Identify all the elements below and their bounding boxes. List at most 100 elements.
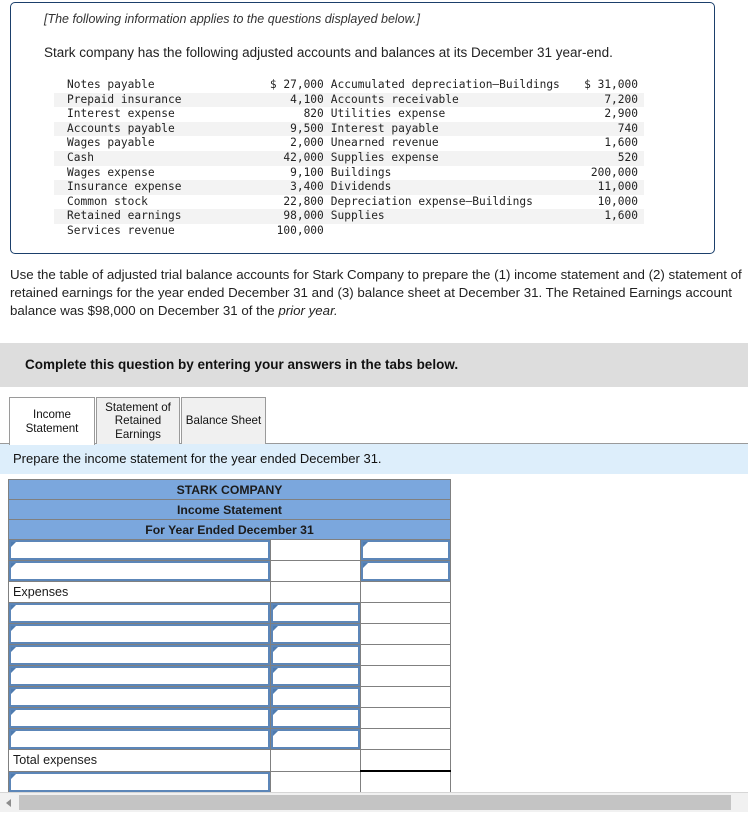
trial-balance-cell-amt1: 3,400	[235, 180, 324, 195]
description-input-row-5[interactable]	[9, 624, 270, 644]
trial-balance-cell-name1: Wages payable	[67, 136, 155, 150]
trial-balance-cell-name1: Interest expense	[67, 107, 175, 121]
tab-instruction-bar: Prepare the income statement for the yea…	[0, 444, 748, 474]
description-input-row-4[interactable]	[9, 603, 270, 623]
lead-paragraph: Stark company has the following adjusted…	[44, 45, 613, 60]
trial-balance-cell-name2	[324, 224, 561, 239]
worksheet-cell-total	[359, 665, 452, 687]
adjusted-trial-balance-table: Notes payable $ 27,000 Accumulated depreci…	[54, 78, 644, 239]
worksheet-cell-total	[359, 749, 452, 772]
trial-balance-cell-amt2: 200,000	[590, 165, 638, 179]
description-input-row-12[interactable]	[9, 772, 270, 792]
income-statement-worksheet: STARK COMPANY Income Statement For Year En…	[7, 479, 452, 794]
description-input-row-10[interactable]	[9, 729, 270, 749]
description-input-row-6[interactable]	[9, 645, 270, 665]
trial-balance-cell-amt1: 42,000	[235, 150, 324, 166]
trial-balance-cell-amt1: 9,100	[290, 165, 324, 179]
trial-balance-row: Notes payable $ 27,000 Accumulated depreci…	[54, 78, 644, 93]
worksheet-row	[8, 707, 452, 729]
worksheet-header-1: STARK COMPANY	[7, 479, 452, 500]
worksheet-header-row: For Year Ended December 31	[7, 519, 452, 540]
scroll-left-arrow-icon[interactable]	[0, 793, 17, 812]
trial-balance-cell-amt2: 11,000	[560, 180, 644, 195]
worksheet-cell-description-editable	[8, 728, 271, 750]
trial-balance-cell-name2: Buildings	[330, 165, 392, 179]
worksheet-cell-subtotal	[270, 749, 361, 772]
trial-balance-cell-name2: Accumulated depreciation–Buildings	[330, 78, 560, 91]
worksheet-cell-subtotal	[270, 581, 361, 603]
worksheet-cell-subtotal-editable	[270, 623, 361, 645]
worksheet-cell-subtotal-editable	[270, 644, 361, 666]
tab-income-statement-label: Income Statement	[25, 408, 79, 435]
trial-balance-cell-amt2: 1,600	[604, 136, 638, 150]
trial-balance-cell-amt1: 2,000	[290, 136, 324, 150]
trial-balance-cell-amt2: 2,900	[604, 107, 638, 121]
description-input-row-1[interactable]	[9, 540, 270, 560]
trial-balance-cell-amt1: $ 27,000	[269, 78, 324, 91]
worksheet-cell-total	[359, 623, 452, 645]
worksheet-cell-total	[359, 707, 452, 729]
description-input-row-2[interactable]	[9, 561, 270, 581]
trial-balance-cell-amt2	[561, 224, 644, 239]
description-input-row-8[interactable]	[9, 687, 270, 707]
trial-balance-cell-name2: Unearned revenue	[330, 136, 439, 150]
tab-instruction-text: Prepare the income statement for the yea…	[13, 451, 382, 466]
tab-income-statement[interactable]: Income Statement	[9, 397, 95, 445]
trial-balance-row: Services revenue 100,000	[54, 224, 644, 239]
subtotal-input-row-10[interactable]	[271, 729, 360, 749]
tab-balance-sheet-label: Balance Sheet	[185, 414, 262, 428]
trial-balance-row: Wages expense 9,100 Buildings 200,000	[54, 166, 644, 181]
trial-balance-row: Accounts payable 9,500 Interest payable 740	[54, 121, 644, 137]
total-input-row-1[interactable]	[361, 540, 451, 560]
scrollbar-thumb[interactable]	[19, 795, 731, 810]
subtotal-input-row-6[interactable]	[271, 645, 360, 665]
trial-balance-cell-name2: Utilities expense	[330, 107, 446, 121]
worksheet-cell-total	[359, 581, 452, 603]
trial-balance-cell-name2: Accounts receivable	[323, 92, 561, 108]
worksheet-row	[8, 644, 452, 666]
trial-balance-cell-name2: Interest payable	[323, 121, 561, 137]
description-input-row-9[interactable]	[9, 708, 270, 728]
trial-balance-cell-name1: Services revenue	[67, 223, 175, 237]
worksheet-cell-description-editable	[8, 602, 271, 624]
worksheet-body: STARK COMPANY Income Statement For Year En…	[7, 479, 452, 794]
worksheet-cell-total-editable	[359, 560, 452, 582]
answer-tab-strip: Income Statement Statement of Retained E…	[0, 396, 748, 445]
worksheet-row	[8, 623, 452, 645]
total-input-row-2[interactable]	[361, 561, 451, 581]
description-input-row-7[interactable]	[9, 666, 270, 686]
worksheet-row	[8, 539, 452, 561]
trial-balance-row: Insurance expense 3,400 Dividends 11,000	[54, 180, 644, 195]
subtotal-input-row-4[interactable]	[271, 603, 360, 623]
horizontal-scrollbar[interactable]	[0, 792, 748, 812]
complete-question-banner-text: Complete this question by entering your …	[25, 357, 459, 372]
trial-balance-cell-amt2: 740	[560, 121, 644, 137]
trial-balance-row: Wages payable 2,000 Unearned revenue 1,600	[54, 136, 644, 151]
trial-balance-cell-name1: Cash	[54, 150, 236, 166]
worksheet-cell-total-editable	[359, 539, 452, 561]
tab-statement-of-retained-earnings[interactable]: Statement of Retained Earnings	[96, 397, 180, 444]
information-card: [The following information applies to th…	[10, 2, 715, 254]
worksheet-cell-total	[359, 602, 452, 624]
subtotal-input-row-7[interactable]	[271, 666, 360, 686]
trial-balance-cell-amt1: 100,000	[276, 223, 324, 237]
subtotal-input-row-8[interactable]	[271, 687, 360, 707]
subtotal-input-row-9[interactable]	[271, 708, 360, 728]
worksheet-cell-subtotal-editable	[270, 602, 361, 624]
worksheet-cell-description-editable	[8, 560, 271, 582]
worksheet-row: Total expenses	[8, 749, 452, 772]
trial-balance-cell-name1: Retained earnings	[54, 209, 236, 224]
worksheet-cell-total	[359, 686, 452, 708]
worksheet-cell-description-editable	[8, 539, 271, 561]
tab-balance-sheet[interactable]: Balance Sheet	[181, 397, 266, 444]
trial-balance-cell-amt1: 22,800	[283, 194, 324, 208]
trial-balance-cell-name2: Depreciation expense–Buildings	[330, 194, 533, 208]
trial-balance-cell-amt2: 10,000	[597, 194, 638, 208]
trial-balance-cell-amt2: 1,600	[560, 209, 644, 224]
worksheet-header-row: Income Statement	[7, 499, 452, 520]
subtotal-input-row-5[interactable]	[271, 624, 360, 644]
worksheet-cell-total	[359, 728, 452, 750]
trial-balance-cell-amt1: 98,000	[235, 209, 324, 224]
trial-balance-cell-amt1: 820	[303, 107, 324, 121]
worksheet-cell-subtotal	[270, 539, 361, 561]
